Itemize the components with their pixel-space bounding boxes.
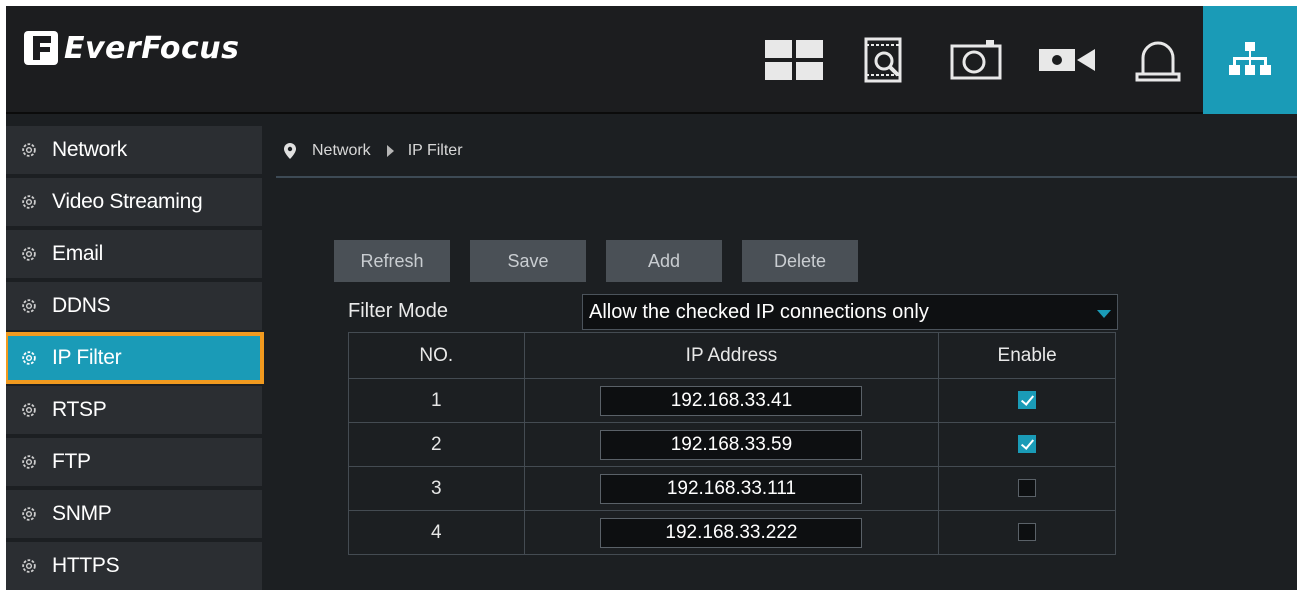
brand-logo: EverFocus xyxy=(24,26,239,70)
sidebar-item-label: HTTPS xyxy=(52,554,120,577)
sidebar-item-rtsp[interactable]: RTSP xyxy=(6,386,262,434)
sidebar-item-label: Email xyxy=(52,242,104,265)
sidebar-item-label: SNMP xyxy=(52,502,112,525)
column-header-no: NO. xyxy=(348,332,525,379)
alarm-bell-icon xyxy=(1135,41,1180,82)
snapshot-button[interactable] xyxy=(930,6,1021,114)
network-sitemap-icon xyxy=(1229,42,1271,75)
save-button[interactable]: Save xyxy=(470,240,586,282)
enable-checkbox[interactable] xyxy=(1018,479,1037,498)
refresh-button[interactable]: Refresh xyxy=(334,240,450,282)
breadcrumb-separator-icon xyxy=(386,145,394,157)
sidebar-item-label: FTP xyxy=(52,450,91,473)
gear-icon xyxy=(22,143,36,157)
chevron-down-icon xyxy=(1097,310,1111,318)
top-navigation xyxy=(748,6,1297,114)
sidebar-item-label: DDNS xyxy=(52,294,111,317)
playback-button[interactable] xyxy=(839,6,930,114)
table-row[interactable]: 3 192.168.33.111 xyxy=(348,466,1116,511)
ip-address-field[interactable]: 192.168.33.41 xyxy=(600,385,863,416)
filter-mode-value: Allow the checked IP connections only xyxy=(589,300,929,323)
sidebar-item-snmp[interactable]: SNMP xyxy=(6,490,262,538)
gear-icon xyxy=(22,351,36,365)
sidebar-item-ip-filter[interactable]: IP Filter xyxy=(6,332,264,384)
playback-search-icon xyxy=(864,37,901,83)
gear-icon xyxy=(22,559,36,573)
sidebar-item-https[interactable]: HTTPS xyxy=(6,542,262,590)
add-button[interactable]: Add xyxy=(606,240,722,282)
gear-icon xyxy=(22,455,36,469)
breadcrumb-current: IP Filter xyxy=(407,142,463,159)
gear-icon xyxy=(22,195,36,209)
row-number: 4 xyxy=(348,510,525,555)
breadcrumb: Network IP Filter xyxy=(276,126,1297,178)
enable-checkbox[interactable] xyxy=(1018,523,1037,542)
table-row[interactable]: 1 192.168.33.41 xyxy=(348,378,1116,423)
sidebar-item-label: Network xyxy=(52,138,127,161)
brand-name: EverFocus xyxy=(64,30,240,66)
sidebar-item-email[interactable]: Email xyxy=(6,230,262,278)
row-number: 1 xyxy=(348,378,525,423)
column-header-ip-address: IP Address xyxy=(523,332,940,379)
main-panel: Network IP Filter Refresh Save Add Delet… xyxy=(276,126,1297,590)
ip-address-field[interactable]: 192.168.33.111 xyxy=(600,473,863,504)
camera-setup-button[interactable] xyxy=(1021,6,1112,114)
breadcrumb-parent[interactable]: Network xyxy=(312,142,371,160)
filter-mode-row: Filter Mode Allow the checked IP connect… xyxy=(348,294,1118,330)
table-header-row: NO. IP Address Enable xyxy=(348,332,1116,379)
filter-mode-label: Filter Mode xyxy=(348,300,449,322)
gear-icon xyxy=(22,507,36,521)
app-window: EverFocus Network Video Streaming Email … xyxy=(6,6,1297,590)
alarm-button[interactable] xyxy=(1112,6,1203,114)
row-number: 2 xyxy=(348,422,525,467)
sidebar-item-network[interactable]: Network xyxy=(6,126,262,174)
ip-address-field[interactable]: 192.168.33.222 xyxy=(600,517,863,548)
gear-icon xyxy=(22,299,36,313)
network-setup-button[interactable] xyxy=(1203,6,1297,114)
column-header-enable: Enable xyxy=(938,332,1116,379)
location-pin-icon xyxy=(284,143,296,159)
gear-icon xyxy=(22,403,36,417)
row-number: 3 xyxy=(348,466,525,511)
toolbar: Refresh Save Add Delete xyxy=(334,240,878,282)
sidebar-item-ddns[interactable]: DDNS xyxy=(6,282,262,330)
video-camera-icon xyxy=(1038,49,1095,71)
table-row[interactable]: 4 192.168.33.222 xyxy=(348,510,1116,555)
sidebar-item-label: RTSP xyxy=(52,398,107,421)
sidebar-item-ftp[interactable]: FTP xyxy=(6,438,262,486)
delete-button[interactable]: Delete xyxy=(742,240,858,282)
sidebar-item-video-streaming[interactable]: Video Streaming xyxy=(6,178,262,226)
live-view-grid-icon xyxy=(764,40,823,80)
enable-checkbox[interactable] xyxy=(1018,435,1037,454)
live-view-button[interactable] xyxy=(748,6,839,114)
enable-checkbox[interactable] xyxy=(1018,391,1037,410)
sidebar-item-label: IP Filter xyxy=(52,346,122,369)
filter-mode-select[interactable]: Allow the checked IP connections only xyxy=(582,294,1118,330)
everfocus-logo-mark-icon xyxy=(24,31,58,65)
ip-address-field[interactable]: 192.168.33.59 xyxy=(600,429,863,460)
gear-icon xyxy=(22,247,36,261)
snapshot-camera-icon xyxy=(950,40,1001,80)
table-row[interactable]: 2 192.168.33.59 xyxy=(348,422,1116,467)
ip-filter-table: NO. IP Address Enable 1 192.168.33.41 2 … xyxy=(348,332,1116,555)
sidebar-item-label: Video Streaming xyxy=(52,190,203,213)
top-header: EverFocus xyxy=(6,6,1297,114)
